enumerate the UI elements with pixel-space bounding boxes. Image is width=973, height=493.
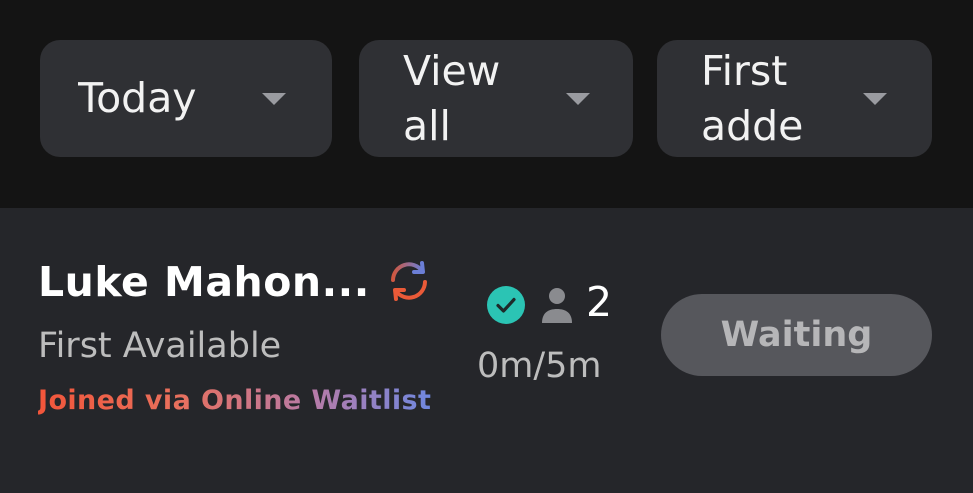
check-circle-icon (487, 286, 525, 324)
join-source-label: Joined via Online Waitlist (38, 385, 432, 416)
guest-name: Luke Mahon... (38, 258, 370, 306)
sync-icon (391, 261, 427, 301)
view-filter-label: View all (403, 46, 501, 150)
view-filter-dropdown[interactable]: View all (359, 40, 633, 157)
person-icon (542, 288, 572, 323)
date-filter-dropdown[interactable]: Today (40, 40, 332, 157)
filter-bar: Today View all First adde (0, 0, 973, 208)
waitlist-entry-card[interactable]: Luke Mahon... First Available Joined via… (0, 208, 973, 493)
sort-order-label: First adde (701, 46, 804, 150)
chevron-down-icon (566, 92, 590, 105)
service-label: First Available (38, 326, 282, 366)
chevron-down-icon (863, 92, 887, 105)
sort-order-dropdown[interactable]: First adde (657, 40, 932, 157)
party-size: 2 (586, 278, 613, 326)
status-button[interactable]: Waiting (661, 294, 932, 376)
chevron-down-icon (262, 92, 286, 105)
wait-time: 0m/5m (477, 346, 602, 386)
date-filter-label: Today (78, 74, 197, 122)
